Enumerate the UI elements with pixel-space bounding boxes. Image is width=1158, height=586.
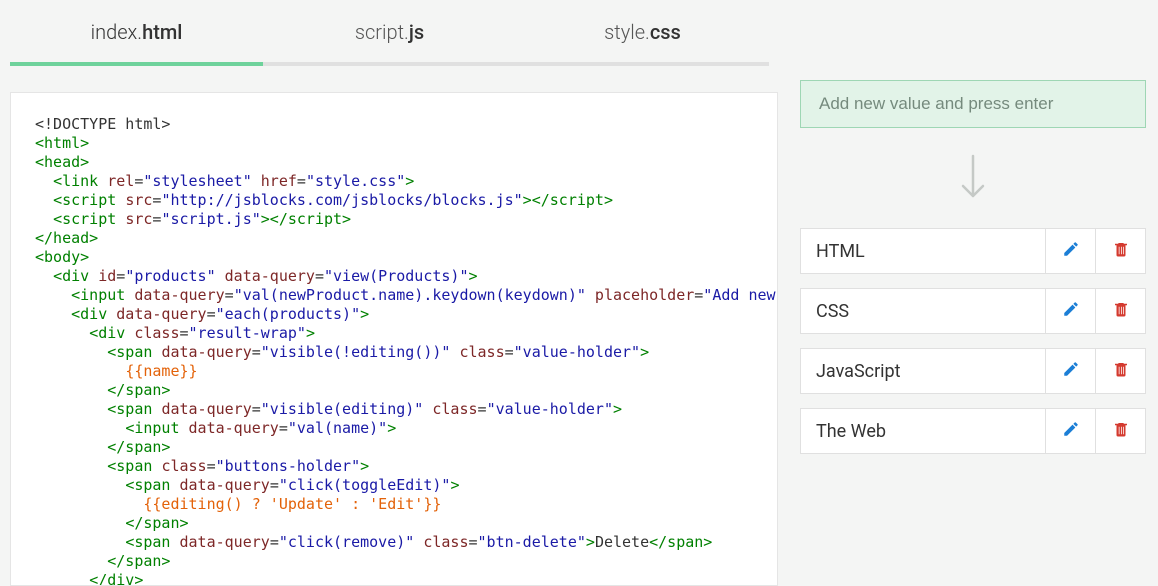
delete-button[interactable]: [1095, 349, 1145, 393]
code-panel: index.htmlscript.jsstyle.css <!DOCTYPE h…: [0, 0, 788, 586]
value-label: JavaScript: [801, 349, 1045, 393]
add-value-input[interactable]: [800, 80, 1146, 128]
edit-icon: [1062, 360, 1080, 382]
delete-icon: [1112, 360, 1130, 382]
value-label: CSS: [801, 289, 1045, 333]
value-row: JavaScript: [800, 348, 1146, 394]
delete-icon: [1112, 300, 1130, 322]
edit-button[interactable]: [1045, 409, 1095, 453]
edit-icon: [1062, 240, 1080, 262]
value-row: The Web: [800, 408, 1146, 454]
file-tabs: index.htmlscript.jsstyle.css: [10, 8, 778, 66]
delete-button[interactable]: [1095, 409, 1145, 453]
delete-icon: [1112, 240, 1130, 262]
value-list: HTML CSS JavaScript The Web: [800, 228, 1146, 454]
tab-stylecss[interactable]: style.css: [516, 8, 769, 66]
tab-scriptjs[interactable]: script.js: [263, 8, 516, 66]
edit-button[interactable]: [1045, 289, 1095, 333]
edit-icon: [1062, 300, 1080, 322]
delete-button[interactable]: [1095, 289, 1145, 333]
down-arrow-icon: [800, 128, 1146, 228]
value-label: The Web: [801, 409, 1045, 453]
edit-button[interactable]: [1045, 229, 1095, 273]
value-label: HTML: [801, 229, 1045, 273]
value-row: CSS: [800, 288, 1146, 334]
code-editor[interactable]: <!DOCTYPE html> <html> <head> <link rel=…: [10, 92, 778, 586]
delete-button[interactable]: [1095, 229, 1145, 273]
preview-panel: HTML CSS JavaScript The Web: [788, 0, 1158, 586]
edit-icon: [1062, 420, 1080, 442]
value-row: HTML: [800, 228, 1146, 274]
delete-icon: [1112, 420, 1130, 442]
tab-indexhtml[interactable]: index.html: [10, 8, 263, 66]
edit-button[interactable]: [1045, 349, 1095, 393]
